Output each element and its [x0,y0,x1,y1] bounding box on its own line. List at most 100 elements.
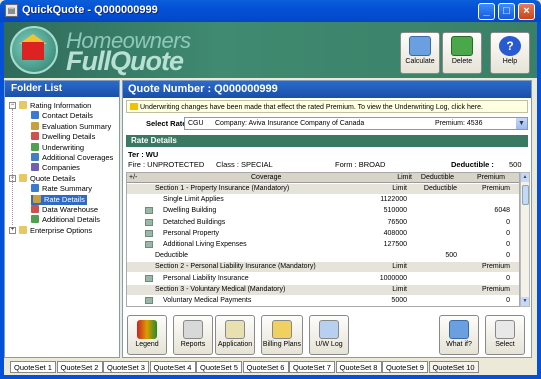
reports-icon [183,320,203,339]
page-icon [33,194,41,203]
app-banner: Homeowners FullQuote Calculate Delete ? … [4,22,537,78]
coverage-checkbox[interactable] [145,207,153,215]
limit-cell: Limit [392,185,407,192]
coverage-checkbox[interactable] [145,274,153,282]
help-question-icon: ? [499,36,521,56]
table-row[interactable]: Single Limit Applies 1122000 [127,195,519,205]
table-row[interactable]: Deductible 500 0 [127,251,519,261]
grid-header-row: +/- Coverage Limit Deductible Premium [127,173,519,183]
table-row[interactable]: Dwelling Building 510000 6048 [127,206,519,216]
legend-button[interactable]: Legend [127,315,167,355]
billing-plans-button[interactable]: Billing Plans [261,315,303,355]
legend-books-icon [137,320,157,339]
delete-button[interactable]: Delete [442,32,482,74]
header-expand: +/- [129,174,138,181]
scroll-down-icon[interactable]: ▼ [521,297,529,306]
table-row[interactable]: Voluntary Medical Payments 5000 0 [127,296,519,306]
maximize-button[interactable]: □ [498,3,515,20]
coverage-checkbox[interactable] [145,297,153,304]
coverage-cell: Section 3 - Voluntary Medical (Mandatory… [155,285,286,293]
premium-cell: Premium [481,285,510,293]
tab-quoteset-2[interactable]: QuoteSet 2 [56,361,103,373]
quote-number-header: Quote Number : Q000000999 [123,81,531,98]
folder-item-rate-details[interactable]: Rate Details [31,194,87,205]
collapse-toggle-icon[interactable]: − [9,102,16,109]
limit-cell: 408000 [383,229,407,237]
folder-item-underwriting[interactable]: Underwriting [31,142,85,153]
tab-quoteset-1[interactable]: QuoteSet 1 [10,361,56,373]
page-icon [31,121,39,130]
folder-item-companies[interactable]: Companies [31,163,80,173]
folder-item-dwelling-details[interactable]: Dwelling Details [31,132,95,142]
folder-item-evaluation-summary[interactable]: Evaluation Summary [31,121,111,132]
coverage-cell: Deductible [155,252,189,260]
folder-item-additional-coverages[interactable]: Additional Coverages [31,153,113,163]
title-bar[interactable]: ▤ QuickQuote - Q000000999 _ □ × [0,0,541,22]
help-button[interactable]: ? Help [490,32,530,74]
folder-item-contact-details[interactable]: Contact Details [31,111,93,121]
tab-quoteset-4[interactable]: QuoteSet 4 [149,361,196,373]
grid-section-row[interactable]: Section 1 - Property Insurance (Mandator… [127,184,519,194]
calculator-icon [409,36,431,56]
coverage-checkbox[interactable] [145,241,153,248]
deductible-cell: Deductible [423,185,457,192]
folder-item-label: Dwelling Details [42,132,96,142]
coverage-cell: Single Limit Applies [163,196,224,204]
page-icon [31,111,39,120]
close-button[interactable]: × [518,3,535,20]
folder-item-label: Quote Details [30,173,76,183]
page-icon [31,205,39,213]
app-icon[interactable]: ▤ [5,4,18,17]
reports-button[interactable]: Reports [173,315,213,355]
limit-cell: Limit [392,285,407,293]
folder-item-rate-summary[interactable]: Rate Summary [31,184,92,194]
coverage-cell: Voluntary Medical Payments [163,297,252,304]
folder-item-quote-details[interactable]: Quote Details [19,173,76,184]
tab-quoteset-8[interactable]: QuoteSet 8 [335,361,382,373]
folder-item-enterprise-options[interactable]: Enterprise Options [19,225,92,236]
table-row[interactable]: Additional Living Expenses 127500 0 [127,240,519,250]
scroll-up-icon[interactable]: ▲ [521,173,529,182]
header-limit: Limit [397,174,412,181]
scroll-thumb[interactable] [522,185,529,205]
folder-item-rating-information[interactable]: Rating Information [19,101,91,111]
calculate-button[interactable]: Calculate [400,32,440,74]
coverage-checkbox[interactable] [145,218,153,226]
tab-quoteset-9[interactable]: QuoteSet 9 [382,361,428,373]
premium-cell: 0 [506,252,510,260]
tab-quoteset-3[interactable]: QuoteSet 3 [103,361,149,373]
premium-cell: 0 [506,297,510,304]
tab-quoteset-7[interactable]: QuoteSet 7 [289,361,335,373]
select-button[interactable]: Select [485,315,525,355]
uw-log-button[interactable]: U/W Log [309,315,349,355]
tab-quoteset-6[interactable]: QuoteSet 6 [242,361,289,373]
folder-item-data-warehouse[interactable]: Data Warehouse [31,205,98,215]
folder-item-additional-details[interactable]: Additional Details [31,215,100,225]
what-if-calculator-icon [449,320,469,339]
grid-scrollbar[interactable]: ▲ ▼ [520,172,530,307]
table-row[interactable]: Personal Property 408000 0 [127,229,519,239]
deductible-cell: 500 [445,252,457,260]
coverage-cell: Personal Property [163,229,220,237]
coverage-checkbox[interactable] [145,229,153,237]
grid-section-row[interactable]: Section 3 - Voluntary Medical (Mandatory… [127,284,519,295]
underwriting-warning[interactable]: Underwriting changes have been made that… [126,100,528,113]
table-row[interactable]: Personal Liability Insurance 1000000 0 [127,274,519,284]
grid-section-row[interactable]: Section 2 - Personal Liability Insurance… [127,262,519,273]
rate-select-dropdown[interactable]: CGU Company: Aviva Insurance Company of … [184,117,528,130]
table-row[interactable]: Detatched Buildings 76500 0 [127,218,519,228]
folder-icon [19,225,27,234]
limit-cell: 1000000 [379,274,407,282]
minimize-button[interactable]: _ [478,3,495,20]
premium-cell: 6048 [494,207,510,215]
expand-toggle-icon[interactable]: + [9,226,16,234]
quoteset-tabs: QuoteSet 1 QuoteSet 2 QuoteSet 3 QuoteSet 4… [4,359,537,375]
chevron-down-icon[interactable]: ▼ [516,118,527,129]
territory-info: Ter : WU [128,150,159,159]
tab-quoteset-5[interactable]: QuoteSet 5 [196,361,242,373]
tab-quoteset-10[interactable]: QuoteSet 10 [428,361,479,373]
premium-cell: 0 [506,229,510,237]
folder-item-label: Underwriting [42,142,85,152]
what-if-button[interactable]: What if? [439,315,479,355]
application-button[interactable]: Application [215,315,255,355]
